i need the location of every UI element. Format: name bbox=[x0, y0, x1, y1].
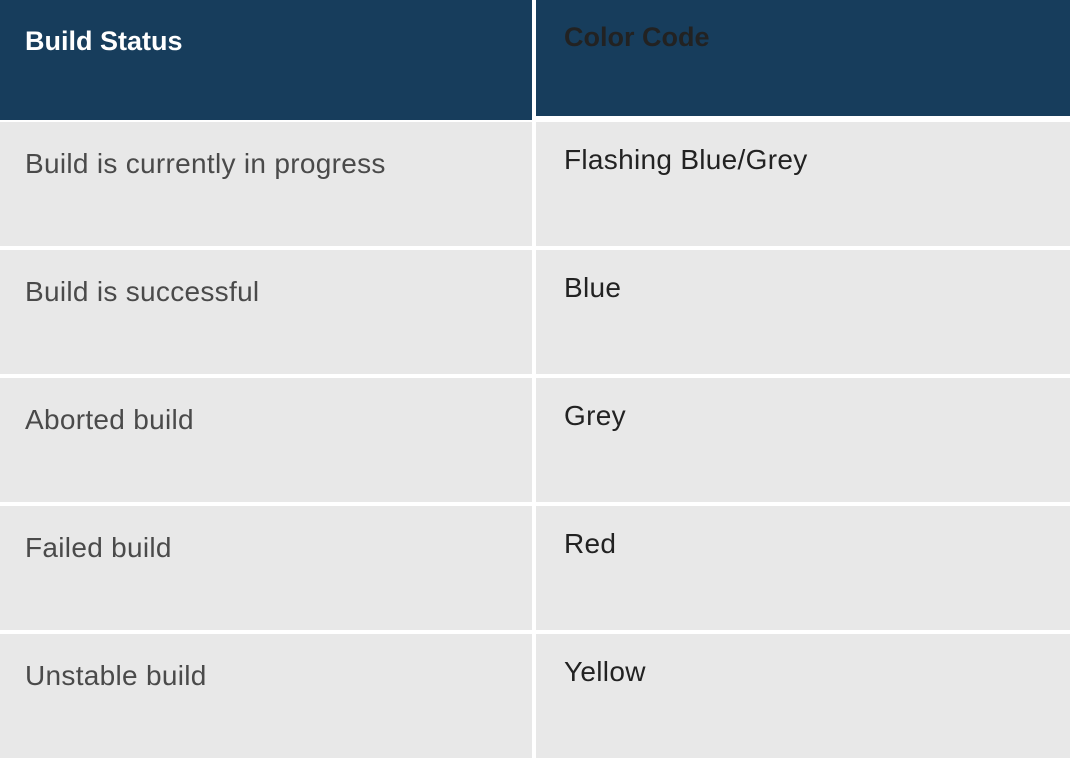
color-cell: Flashing Blue/Grey bbox=[536, 122, 1070, 246]
status-cell: Failed build bbox=[0, 506, 532, 630]
color-cell: Yellow bbox=[536, 634, 1070, 758]
status-cell: Build is currently in progress bbox=[0, 122, 532, 246]
header-build-status: Build Status bbox=[0, 0, 532, 120]
color-cell: Red bbox=[536, 506, 1070, 630]
header-color-code: Color Code bbox=[536, 0, 1070, 116]
status-cell: Build is successful bbox=[0, 250, 532, 374]
build-status-table: Build Status Color Code Build is current… bbox=[0, 0, 1070, 758]
color-cell: Grey bbox=[536, 378, 1070, 502]
color-cell: Blue bbox=[536, 250, 1070, 374]
status-cell: Unstable build bbox=[0, 634, 532, 758]
status-cell: Aborted build bbox=[0, 378, 532, 502]
